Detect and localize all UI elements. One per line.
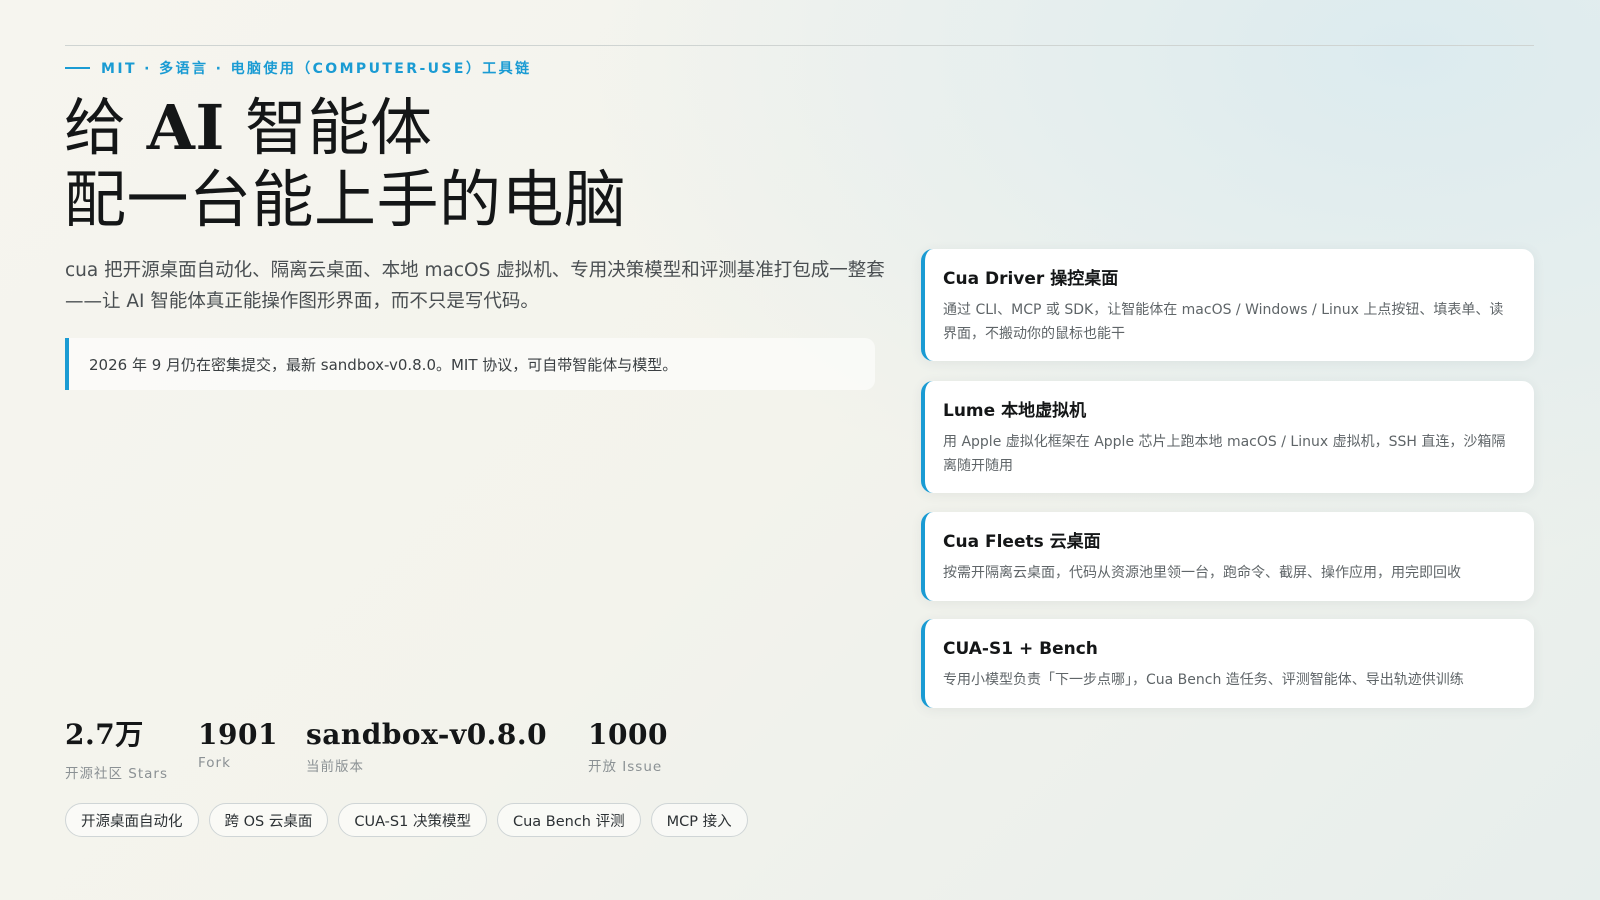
title-line2: 配一台能上手的电脑 xyxy=(64,163,627,236)
eyebrow-text: MIT · 多语言 · 电脑使用（COMPUTER-USE）工具链 xyxy=(101,61,532,77)
stat-value: 1000 xyxy=(588,718,668,751)
chip-cross-os-cloud[interactable]: 跨 OS 云桌面 xyxy=(208,803,329,837)
stat-value: 1901 xyxy=(198,718,278,751)
card-description: 按需开隔离云桌面，代码从资源池里领一台，跑命令、截屏、操作应用，用完即回收 xyxy=(943,565,1461,581)
chip-cua-bench[interactable]: Cua Bench 评测 xyxy=(496,803,641,837)
card-cua-driver: Cua Driver 操控桌面 通过 CLI、MCP 或 SDK，让智能体在 m… xyxy=(921,249,1534,361)
notice-callout: 2026 年 9 月仍在密集提交，最新 sandbox-v0.8.0。MIT 协… xyxy=(65,338,875,390)
stat-issues: 1000 开放 Issue xyxy=(588,718,668,775)
card-cua-fleets: Cua Fleets 云桌面 按需开隔离云桌面，代码从资源池里领一台，跑命令、截… xyxy=(921,512,1534,601)
eyebrow: MIT · 多语言 · 电脑使用（COMPUTER-USE）工具链 xyxy=(65,58,531,78)
card-title: CUA-S1 + Bench xyxy=(943,639,1098,659)
stat-version: sandbox-v0.8.0 当前版本 xyxy=(306,718,547,775)
stat-label: 开源社区 Stars xyxy=(65,766,169,782)
eyebrow-dash xyxy=(65,67,90,69)
title-ai: AI xyxy=(146,91,225,164)
card-cua-s1-bench: CUA-S1 + Bench 专用小模型负责「下一步点哪」，Cua Bench … xyxy=(921,619,1534,708)
stat-stars: 2.7万 开源社区 Stars xyxy=(65,718,168,782)
top-divider xyxy=(65,45,1534,46)
stat-value: sandbox-v0.8.0 xyxy=(306,718,548,751)
tag-chips: 开源桌面自动化 跨 OS 云桌面 CUA-S1 决策模型 Cua Bench 评… xyxy=(65,803,748,837)
stat-label: 当前版本 xyxy=(306,759,364,775)
title-suffix: 智能体 xyxy=(224,91,433,164)
chip-mcp[interactable]: MCP 接入 xyxy=(650,803,748,837)
page-title: 给 AI 智能体 配一台能上手的电脑 xyxy=(64,92,627,236)
card-title: Cua Fleets 云桌面 xyxy=(943,532,1101,552)
card-description: 通过 CLI、MCP 或 SDK，让智能体在 macOS / Windows /… xyxy=(943,302,1504,342)
card-lume: Lume 本地虚拟机 用 Apple 虚拟化框架在 Apple 芯片上跑本地 m… xyxy=(921,381,1534,493)
card-title: Cua Driver 操控桌面 xyxy=(943,269,1119,289)
stat-value: 2.7万 xyxy=(65,718,144,751)
chip-desktop-automation[interactable]: 开源桌面自动化 xyxy=(65,803,199,837)
stat-label: Fork xyxy=(198,755,231,771)
card-title: Lume 本地虚拟机 xyxy=(943,401,1087,421)
title-prefix: 给 xyxy=(64,91,147,164)
card-description: 用 Apple 虚拟化框架在 Apple 芯片上跑本地 macOS / Linu… xyxy=(943,434,1506,474)
card-description: 专用小模型负责「下一步点哪」，Cua Bench 造任务、评测智能体、导出轨迹供… xyxy=(943,672,1464,688)
chip-cua-s1-model[interactable]: CUA-S1 决策模型 xyxy=(338,803,487,837)
notice-text: 2026 年 9 月仍在密集提交，最新 sandbox-v0.8.0。MIT 协… xyxy=(89,355,678,374)
stat-label: 开放 Issue xyxy=(588,759,663,775)
lede-paragraph: cua 把开源桌面自动化、隔离云桌面、本地 macOS 虚拟机、专用决策模型和评… xyxy=(65,260,885,312)
stat-forks: 1901 Fork xyxy=(198,718,278,771)
